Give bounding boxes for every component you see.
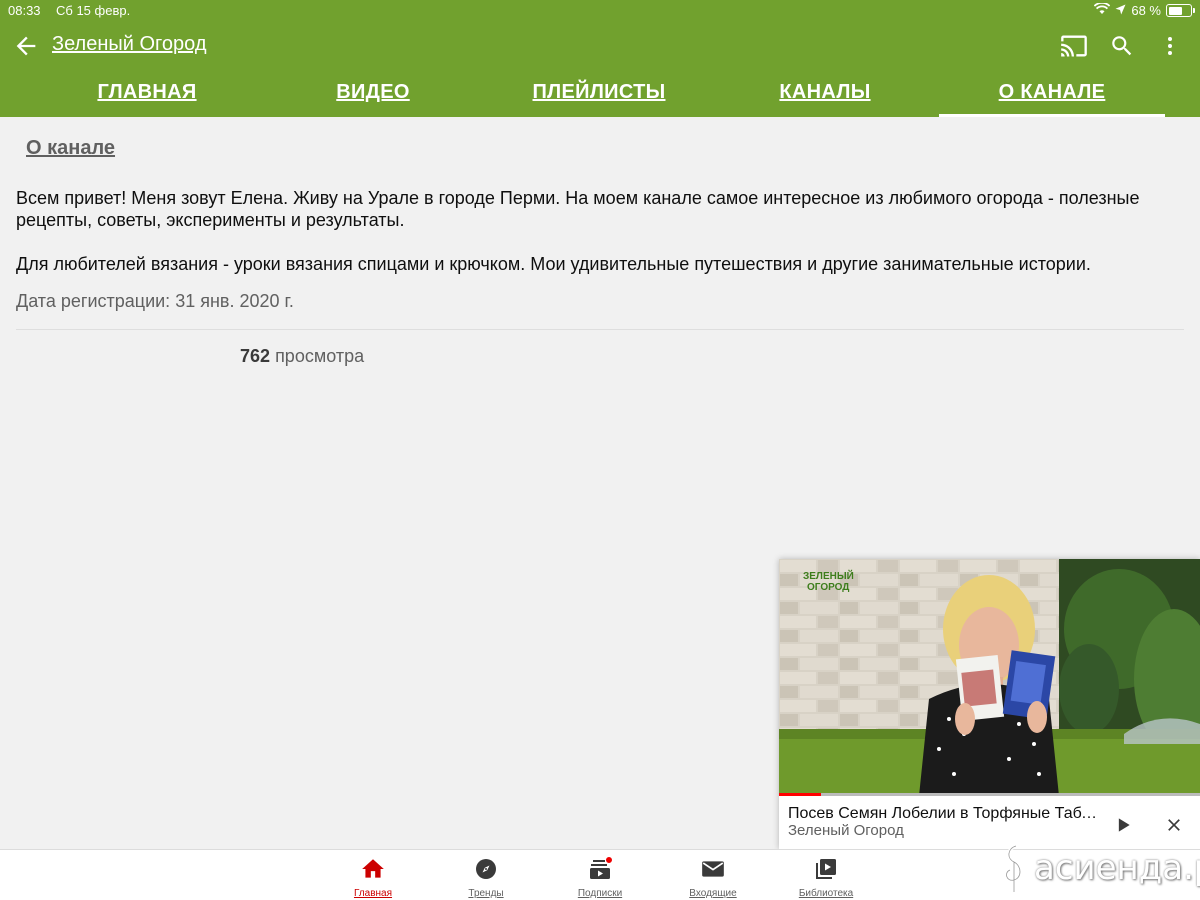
battery-percent: 68 % (1131, 3, 1161, 18)
view-count: 762 просмотра (240, 346, 364, 367)
battery-level (1168, 6, 1183, 15)
nav-subscriptions[interactable]: Подписки (570, 850, 630, 900)
thumb-logo-line2: ОГОРОД (807, 582, 849, 593)
about-description-1: Всем привет! Меня зовут Елена. Живу на У… (16, 188, 1140, 230)
watermark-clef-icon (1004, 844, 1022, 895)
battery-icon (1166, 4, 1195, 17)
tab-videos[interactable]: ВИДЕО (278, 68, 468, 117)
nav-label: Входящие (689, 888, 737, 899)
tab-channels[interactable]: КАНАЛЫ (730, 68, 920, 117)
watermark: асиенда.ру (996, 842, 1200, 896)
explore-icon (476, 859, 496, 879)
mini-player-video[interactable]: ЗЕЛЕНЫЙ ОГОРОД (779, 559, 1200, 796)
nav-label: Подписки (577, 888, 623, 899)
close-icon (1168, 819, 1180, 831)
nav-label: Тренды (468, 888, 504, 899)
mail-icon (702, 861, 724, 877)
nav-inbox[interactable]: Входящие (683, 850, 743, 900)
tab-label: КАНАЛЫ (779, 81, 871, 103)
cast-button[interactable] (1058, 30, 1090, 62)
tab-label: ВИДЕО (336, 81, 410, 103)
back-button[interactable] (12, 32, 40, 60)
nav-home[interactable]: Главная (343, 850, 403, 900)
tab-label: О КАНАЛЕ (998, 81, 1106, 103)
tab-home[interactable]: ГЛАВНАЯ (52, 68, 242, 117)
divider (16, 329, 1184, 330)
cast-icon (1061, 35, 1087, 57)
wifi-icon (1094, 2, 1111, 18)
status-bar: 08:33 Сб 15 февр. 68 % (0, 0, 1200, 22)
channel-title[interactable]: Зеленый Огород (52, 33, 207, 56)
view-count-label: просмотра (275, 346, 365, 366)
back-arrow-icon (16, 36, 36, 56)
notification-dot (605, 856, 613, 864)
about-description-2: Для любителей вязания - уроки вязания сп… (16, 254, 1091, 274)
thumb-logo-line1: ЗЕЛЕНЫЙ (803, 569, 854, 582)
tab-playlists[interactable]: ПЛЕЙЛИСТЫ (504, 68, 694, 117)
location-arrow-icon (1115, 3, 1126, 18)
mini-player-channel: Зеленый Огород (788, 822, 904, 839)
mini-player-title[interactable]: Посев Семян Лобелии в Торфяные Таблетки (788, 805, 1098, 823)
registration-date: Дата регистрации: 31 янв. 2020 г. (16, 291, 294, 311)
more-vert-icon (1168, 37, 1172, 55)
channel-tabs: ГЛАВНАЯ ВИДЕО ПЛЕЙЛИСТЫ КАНАЛЫ О КАНАЛЕ (0, 68, 1200, 117)
app-header: 08:33 Сб 15 февр. 68 % Зеленый Огород ГЛ… (0, 0, 1200, 117)
search-button[interactable] (1106, 30, 1138, 62)
mini-player-progress[interactable] (779, 793, 1200, 796)
mini-player-close-button[interactable] (1158, 809, 1190, 841)
mini-player[interactable]: ЗЕЛЕНЫЙ ОГОРОД Посев Семян Лобелии в Тор… (779, 559, 1200, 849)
app-bar: Зеленый Огород (0, 24, 1200, 68)
nav-label: Главная (353, 888, 393, 899)
about-section-title: О канале (26, 137, 116, 159)
tab-about[interactable]: О КАНАЛЕ (939, 68, 1165, 117)
nav-label: Библиотека (798, 888, 854, 899)
play-icon (1118, 818, 1130, 832)
library-icon (816, 859, 836, 879)
view-count-number: 762 (240, 346, 271, 366)
status-date: Сб 15 февр. (56, 3, 131, 18)
status-indicators: 68 % (1094, 2, 1195, 18)
tab-label: ГЛАВНАЯ (97, 81, 197, 103)
nav-library[interactable]: Библиотека (796, 850, 856, 900)
search-icon (1112, 36, 1132, 56)
more-options-button[interactable] (1154, 30, 1186, 62)
tab-label: ПЛЕЙЛИСТЫ (532, 81, 666, 103)
home-icon (362, 859, 384, 878)
watermark-text: асиенда.ру (1034, 848, 1200, 888)
nav-trending[interactable]: Тренды (456, 850, 516, 900)
progress-fill (779, 793, 822, 796)
mini-player-play-button[interactable] (1107, 809, 1139, 841)
status-time: 08:33 (8, 3, 41, 18)
